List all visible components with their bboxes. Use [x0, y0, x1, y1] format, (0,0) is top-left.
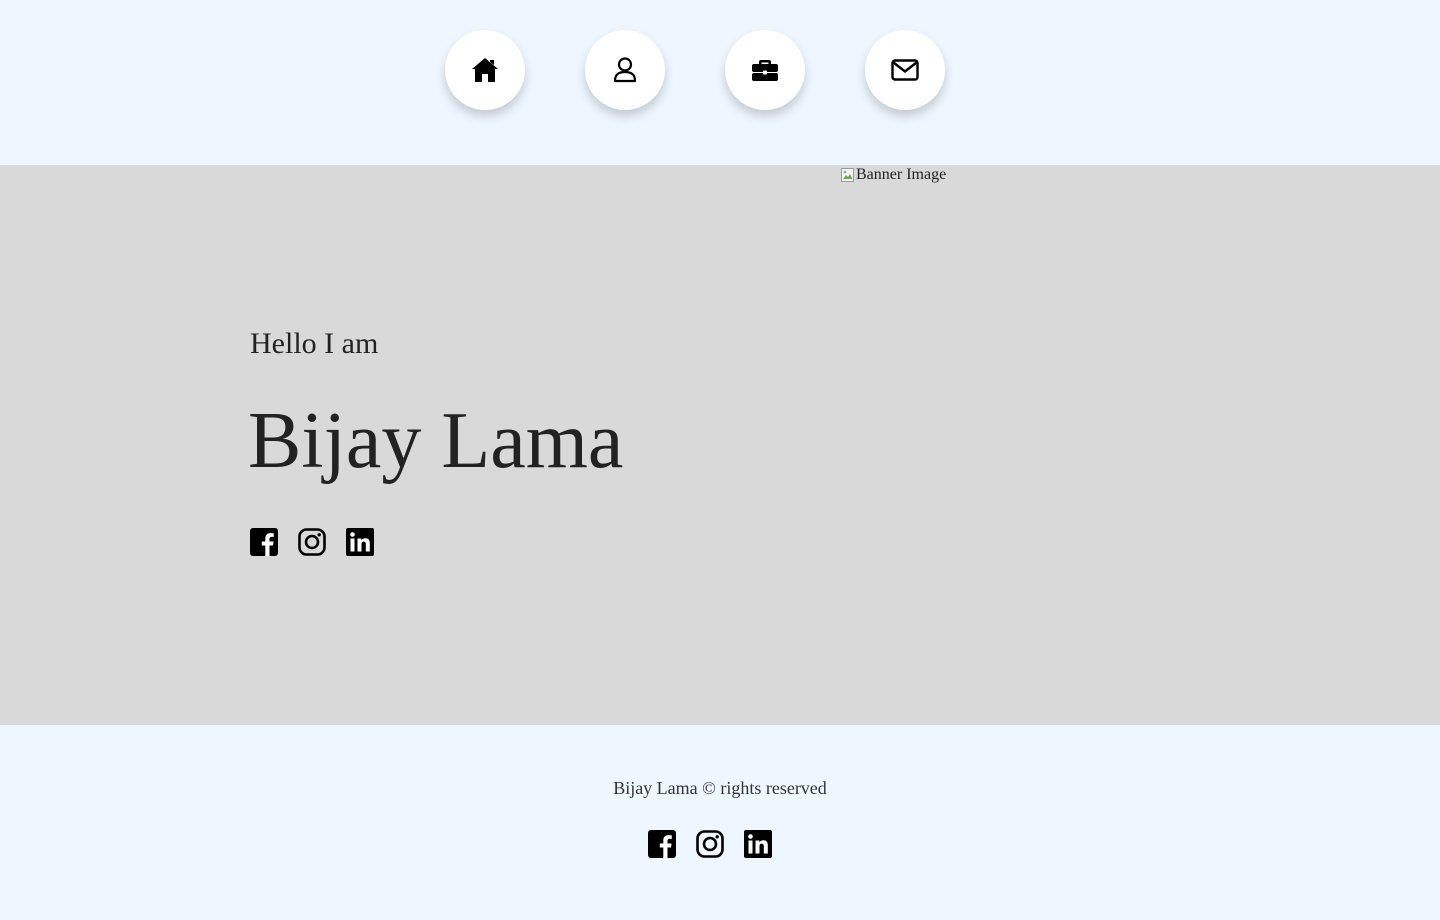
user-icon [613, 57, 637, 83]
footer-linkedin-link[interactable] [744, 830, 772, 858]
nav-work-button[interactable] [725, 30, 805, 110]
nav-contact-button[interactable] [865, 30, 945, 110]
linkedin-icon [744, 830, 772, 858]
copyright-text: Bijay Lama © rights reserved [613, 778, 827, 798]
greeting-text: Hello I am [250, 327, 379, 360]
footer-instagram-link[interactable] [696, 830, 724, 858]
facebook-icon [250, 528, 278, 556]
hero-name: Bijay Lama [248, 397, 624, 485]
footer-social-links [648, 830, 772, 858]
hero-banner: Banner Image Hello I am Bijay Lama [0, 165, 1440, 725]
nav-about-button[interactable] [585, 30, 665, 110]
page-footer: Bijay Lama © rights reserved [0, 725, 1440, 920]
banner-instagram-link[interactable] [298, 528, 326, 556]
banner-image: Banner Image [840, 166, 946, 184]
nav-home-button[interactable] [445, 30, 525, 110]
banner-facebook-link[interactable] [250, 528, 278, 556]
facebook-icon [648, 830, 676, 858]
home-icon [471, 57, 499, 83]
linkedin-icon [346, 528, 374, 556]
banner-social-links [250, 528, 374, 556]
envelope-icon [891, 59, 919, 81]
broken-image-icon [840, 167, 856, 183]
instagram-icon [696, 830, 724, 858]
instagram-icon [298, 528, 326, 556]
banner-image-alt-text: Banner Image [856, 166, 947, 183]
banner-linkedin-link[interactable] [346, 528, 374, 556]
top-navigation [0, 0, 1440, 165]
footer-facebook-link[interactable] [648, 830, 676, 858]
briefcase-icon [751, 58, 779, 82]
